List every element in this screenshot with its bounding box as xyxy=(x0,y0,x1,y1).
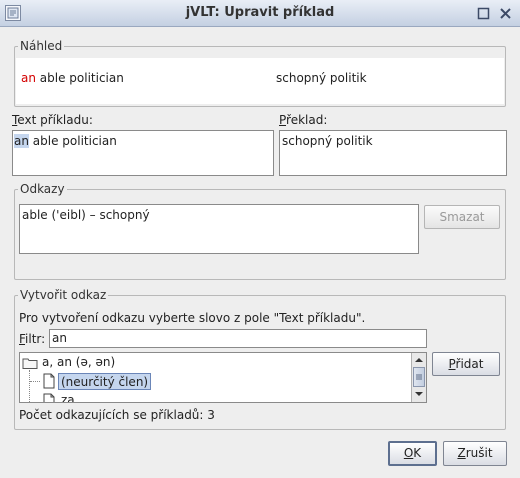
translation-value: schopný politik xyxy=(282,134,373,148)
filter-input[interactable]: an xyxy=(49,329,427,348)
filter-label: Filtr: xyxy=(19,332,46,346)
preview-example-rest: able politician xyxy=(35,71,124,85)
tree-partial-item[interactable]: za xyxy=(61,393,75,402)
text-label: Text příkladu: xyxy=(12,113,93,127)
folder-icon xyxy=(22,356,38,370)
maximize-icon[interactable] xyxy=(477,7,490,20)
scroll-up-icon[interactable] xyxy=(413,354,425,365)
translation-text-area[interactable]: schopný politik xyxy=(279,130,507,176)
list-item[interactable]: able ('eibl) – schopný xyxy=(22,208,150,222)
scroll-thumb[interactable] xyxy=(413,367,425,387)
reference-count: Počet odkazujících se příkladů: 3 xyxy=(19,408,215,422)
preview-example-word: an xyxy=(21,71,36,85)
links-legend: Odkazy xyxy=(18,182,67,196)
tree-scrollbar[interactable] xyxy=(411,353,426,402)
tree-root-item[interactable]: a, an (ə, ən) xyxy=(42,355,115,369)
links-list[interactable]: able ('eibl) – schopný xyxy=(19,204,419,254)
window-title: jVLT: Upravit příklad xyxy=(185,5,335,20)
file-icon xyxy=(42,393,56,402)
close-icon[interactable] xyxy=(499,7,512,20)
cancel-button[interactable]: Zrušit xyxy=(443,441,507,466)
preview-area: an able politician schopný politik xyxy=(16,58,504,104)
create-link-legend: Vytvořit odkaz xyxy=(18,288,109,302)
delete-button[interactable]: Smazat xyxy=(424,205,500,229)
translation-label: Překlad: xyxy=(279,113,328,127)
file-icon xyxy=(42,373,56,389)
title-bar: jVLT: Upravit příklad xyxy=(0,0,520,27)
tree-line xyxy=(29,370,30,402)
ok-button[interactable]: OK xyxy=(388,441,437,466)
filter-value: an xyxy=(52,331,67,345)
tree-child-item[interactable]: (neurčitý člen) xyxy=(58,373,152,390)
example-text-area[interactable]: an able politician xyxy=(12,130,274,176)
tree-connector xyxy=(30,381,40,382)
add-button[interactable]: Přidat xyxy=(432,352,500,376)
create-link-instructions: Pro vytvoření odkazu vyberte slovo z pol… xyxy=(19,311,366,325)
preview-legend: Náhled xyxy=(18,39,65,53)
preview-example: an able politician xyxy=(21,71,124,85)
selected-word: an xyxy=(14,134,29,148)
preview-translation: schopný politik xyxy=(276,71,367,85)
scroll-down-icon[interactable] xyxy=(413,389,425,400)
word-tree[interactable]: a, an (ə, ən) (neurčitý člen) za xyxy=(19,352,427,403)
example-text-rest: able politician xyxy=(28,134,117,148)
